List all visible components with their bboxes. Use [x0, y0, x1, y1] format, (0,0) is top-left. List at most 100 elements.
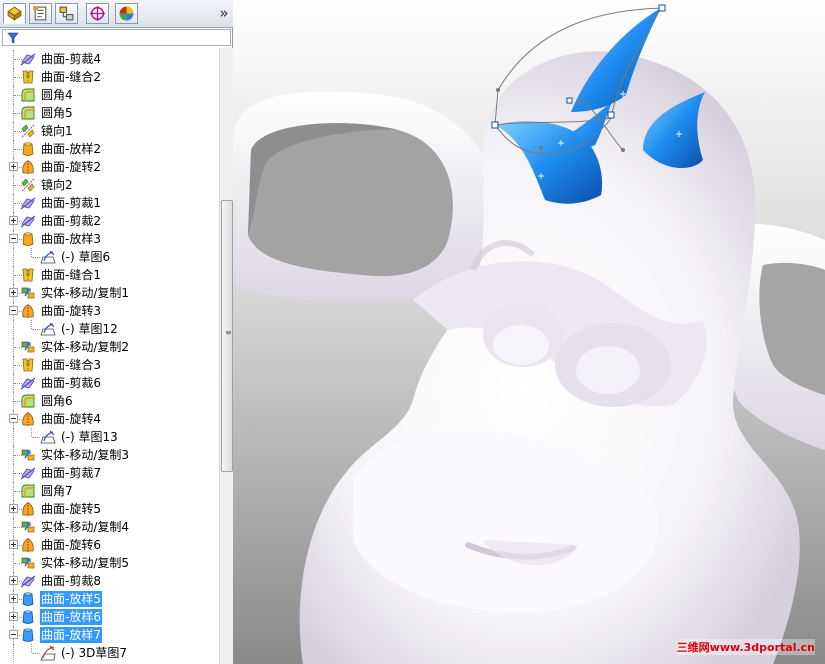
- tree-item[interactable]: 曲面-缝合2: [0, 68, 219, 86]
- tree-item[interactable]: 实体-移动/复制4: [0, 518, 219, 536]
- tree-item-label: 曲面-缝合1: [41, 268, 101, 282]
- tree-item-label: 实体-移动/复制5: [41, 556, 130, 570]
- tree-item[interactable]: 曲面-剪裁8: [0, 572, 219, 590]
- move-copy-icon: [20, 555, 36, 571]
- tree-connector-line: [31, 644, 32, 653]
- tree-connector-line: [13, 644, 14, 662]
- expand-icon[interactable]: [9, 594, 18, 603]
- tree-item[interactable]: 曲面-放样5: [0, 590, 219, 608]
- tree-item-label: 圆角6: [41, 394, 73, 408]
- mirror-icon: [20, 123, 36, 139]
- dimxpert-manager-tab-icon[interactable]: [86, 3, 109, 24]
- tree-item-label: 实体-移动/复制3: [41, 448, 130, 462]
- tree-scrollbar[interactable]: ≡: [219, 48, 233, 664]
- surface-trim-icon: [20, 375, 36, 391]
- tree-connector-line: [31, 320, 32, 329]
- tree-item[interactable]: 曲面-旋转6: [0, 536, 219, 554]
- fillet-icon: [20, 105, 36, 121]
- move-copy-icon: [20, 447, 36, 463]
- tree-item[interactable]: 曲面-旋转4: [0, 410, 219, 428]
- tree-item-label: (-) 草图12: [61, 322, 118, 336]
- tree-item[interactable]: 曲面-剪裁1: [0, 194, 219, 212]
- tree-item[interactable]: 曲面-放样6: [0, 608, 219, 626]
- tree-item[interactable]: 实体-移动/复制2: [0, 338, 219, 356]
- tree-item[interactable]: 曲面-旋转3: [0, 302, 219, 320]
- collapse-icon[interactable]: [9, 414, 18, 423]
- manager-tab-bar: »: [0, 0, 233, 28]
- tree-item[interactable]: 曲面-剪裁4: [0, 50, 219, 68]
- collapse-icon[interactable]: [9, 306, 18, 315]
- surface-trim-icon: [20, 573, 36, 589]
- expand-icon[interactable]: [9, 612, 18, 621]
- tree-item-label: 曲面-剪裁2: [41, 214, 101, 228]
- collapse-icon[interactable]: [9, 630, 18, 639]
- tree-item-label: 曲面-旋转5: [41, 502, 101, 516]
- tree-item[interactable]: 曲面-缝合3: [0, 356, 219, 374]
- graphics-viewport[interactable]: 三维网www.3dportal.cn: [233, 0, 825, 664]
- tree-item-label: 曲面-放样3: [41, 232, 101, 246]
- tree-item-label: 曲面-放样6: [40, 609, 102, 625]
- collapse-panel-button[interactable]: »: [217, 4, 231, 22]
- expand-icon[interactable]: [9, 540, 18, 549]
- tree-scrollbar-thumb[interactable]: ≡: [221, 200, 233, 472]
- collapse-icon[interactable]: [9, 234, 18, 243]
- tree-item-label: (-) 草图6: [61, 250, 111, 264]
- tree-item[interactable]: 曲面-剪裁7: [0, 464, 219, 482]
- surface-knit-icon: [20, 357, 36, 373]
- tree-item[interactable]: 曲面-剪裁6: [0, 374, 219, 392]
- tree-item[interactable]: 镜向2: [0, 176, 219, 194]
- scrollbar-grip-icon: ≡: [225, 328, 232, 337]
- tree-item[interactable]: 圆角6: [0, 392, 219, 410]
- tree-item[interactable]: 曲面-旋转5: [0, 500, 219, 518]
- tree-item-label: 圆角4: [41, 88, 73, 102]
- tree-item-label: 曲面-旋转4: [41, 412, 101, 426]
- tree-item[interactable]: 曲面-放样3: [0, 230, 219, 248]
- surface-loft-icon: [20, 141, 36, 157]
- surface-revolve-icon: [20, 411, 36, 427]
- tree-filter-field[interactable]: [2, 29, 231, 46]
- tree-item-label: 曲面-剪裁6: [41, 376, 101, 390]
- display-manager-tab-icon[interactable]: [115, 3, 138, 24]
- tree-item[interactable]: 曲面-放样7: [0, 626, 219, 644]
- tree-item[interactable]: 圆角7: [0, 482, 219, 500]
- expand-icon[interactable]: [9, 216, 18, 225]
- mirror-icon: [20, 177, 36, 193]
- tree-item[interactable]: 曲面-旋转2: [0, 158, 219, 176]
- watermark-text: 三维网www.3dportal.cn: [676, 639, 815, 655]
- property-manager-tab-icon[interactable]: [29, 3, 52, 24]
- feature-tree: 曲面-剪裁4 曲面-缝合2 圆角4 圆角5 镜向1 曲面-放样2 曲面-旋转2 镜向2 曲面-剪…: [0, 48, 219, 664]
- tree-item[interactable]: 曲面-剪裁2: [0, 212, 219, 230]
- tree-item[interactable]: (-) 草图6: [0, 248, 219, 266]
- move-copy-icon: [20, 339, 36, 355]
- surface-knit-icon: [20, 69, 36, 85]
- tree-branch-line: [32, 653, 40, 654]
- tree-item[interactable]: 实体-移动/复制5: [0, 554, 219, 572]
- tree-item[interactable]: 镜向1: [0, 122, 219, 140]
- surface-trim-icon: [20, 51, 36, 67]
- tree-item[interactable]: 曲面-放样2: [0, 140, 219, 158]
- tree-item[interactable]: 实体-移动/复制3: [0, 446, 219, 464]
- tree-item[interactable]: (-) 草图13: [0, 428, 219, 446]
- 3d-sketch-icon: [40, 645, 56, 661]
- sketch-icon: [40, 429, 56, 445]
- expand-icon[interactable]: [9, 162, 18, 171]
- tree-item[interactable]: 圆角4: [0, 86, 219, 104]
- tree-item-label: 曲面-放样7: [40, 627, 102, 643]
- fillet-icon: [20, 393, 36, 409]
- tree-item-label: 镜向2: [41, 178, 73, 192]
- tree-item[interactable]: (-) 3D草图7: [0, 644, 219, 662]
- feature-manager-tab-icon[interactable]: [3, 3, 26, 24]
- configuration-manager-tab-icon[interactable]: [55, 3, 78, 24]
- surface-trim-icon: [20, 213, 36, 229]
- filter-icon: [7, 32, 19, 44]
- surface-knit-icon: [20, 267, 36, 283]
- tree-item-label: 曲面-放样5: [40, 591, 102, 607]
- expand-icon[interactable]: [9, 288, 18, 297]
- tree-item[interactable]: 曲面-缝合1: [0, 266, 219, 284]
- expand-icon[interactable]: [9, 504, 18, 513]
- tree-connector-line: [13, 320, 14, 338]
- tree-item[interactable]: 实体-移动/复制1: [0, 284, 219, 302]
- expand-icon[interactable]: [9, 576, 18, 585]
- tree-item[interactable]: (-) 草图12: [0, 320, 219, 338]
- tree-item[interactable]: 圆角5: [0, 104, 219, 122]
